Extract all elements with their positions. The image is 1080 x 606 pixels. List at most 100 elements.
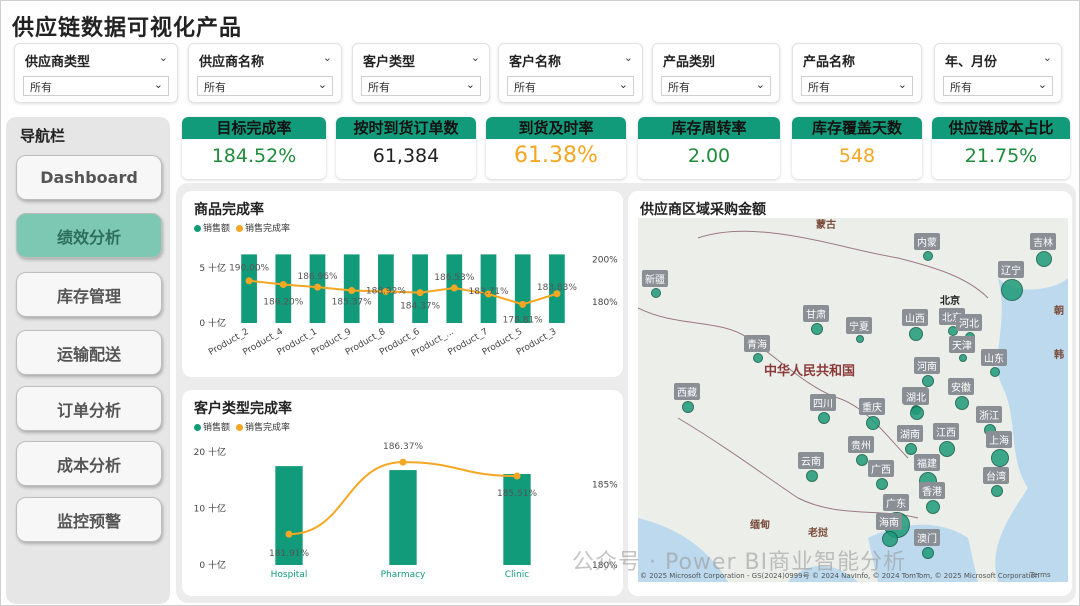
map-bubble[interactable] — [876, 478, 888, 490]
map-bubble[interactable] — [959, 354, 967, 362]
map-province-label: 山东 — [981, 349, 1007, 366]
nav-item-inventory[interactable]: 库存管理 — [16, 272, 162, 317]
chevron-down-icon[interactable]: ⌄ — [1038, 78, 1047, 91]
chevron-down-icon[interactable]: ⌄ — [619, 78, 628, 91]
map-province-label: 青海 — [744, 335, 770, 352]
filter-select[interactable]: 所有 ⌄ — [661, 76, 771, 96]
nav-item-orders[interactable]: 订单分析 — [16, 386, 162, 431]
map-province-label: 新疆 — [642, 270, 668, 287]
x-tick-label: Pharmacy — [381, 570, 426, 580]
map-bubble[interactable] — [922, 547, 934, 559]
rate-data-label: 188.92% — [366, 286, 406, 296]
rate-point — [314, 283, 321, 291]
map-bubble[interactable] — [990, 367, 1000, 377]
map-bubble[interactable] — [909, 327, 923, 341]
map-bubble[interactable] — [818, 412, 830, 424]
filter-select[interactable]: 所有 ⌄ — [23, 76, 169, 96]
map-bubble[interactable] — [923, 251, 933, 261]
kpi-label: 库存覆盖天数 — [792, 117, 922, 139]
filter-select[interactable]: 所有 ⌄ — [197, 76, 333, 96]
nav-item-cost[interactable]: 成本分析 — [16, 441, 162, 486]
rate-point — [245, 277, 253, 285]
y-tick-label: 10 十亿 — [194, 503, 226, 515]
map-terms-link[interactable]: Terms — [1030, 571, 1051, 579]
map-bubble[interactable] — [922, 375, 934, 387]
map-bubble[interactable] — [926, 500, 940, 514]
nav-item-dashboard[interactable]: Dashboard — [16, 155, 162, 200]
map-bubble[interactable] — [811, 323, 823, 335]
map-province-label: 甘肃 — [803, 305, 829, 322]
filter-select[interactable]: 所有 ⌄ — [801, 76, 913, 96]
filter-value: 所有 — [368, 81, 390, 94]
kpi-on-time-orders: 按时到货订单数 61,384 — [336, 117, 476, 179]
map-bubble[interactable] — [651, 288, 661, 298]
chevron-down-icon[interactable]: ⌄ — [154, 78, 163, 91]
rate-point — [279, 281, 287, 289]
map-bubble[interactable] — [856, 454, 868, 466]
map-bubble[interactable] — [991, 485, 1003, 497]
map-bubble[interactable] — [866, 416, 880, 430]
map-province-label: 安徽 — [948, 378, 974, 395]
chevron-down-icon[interactable]: ⌄ — [898, 78, 907, 91]
map-bubble[interactable] — [991, 449, 1009, 467]
product-completion-card: 商品完成率 销售额 销售完成率 5 十亿 0 十亿 200% 180% Product_… — [182, 191, 623, 377]
map-bubble[interactable] — [910, 406, 924, 420]
map-place-label: 老挝 — [808, 528, 828, 539]
kpi-value: 548 — [838, 145, 876, 167]
chevron-down-icon[interactable]: ⌄ — [1043, 51, 1052, 64]
kpi-value: 61.38% — [514, 143, 598, 168]
filter-product-name[interactable]: 产品名称 所有 ⌄ — [792, 43, 922, 103]
filter-label: 年、月份 — [945, 55, 998, 70]
filter-value: 所有 — [668, 81, 690, 94]
rate-data-label: 186.96% — [297, 272, 337, 282]
map-province-label: 重庆 — [859, 398, 885, 415]
filter-select[interactable]: 所有 ⌄ — [943, 76, 1053, 96]
map-place-label: 蒙古 — [816, 220, 836, 231]
map-province-label: 湖北 — [903, 388, 929, 405]
watermark: 公众号 · Power BI商业智能分析 — [572, 550, 907, 575]
chevron-down-icon[interactable]: ⌄ — [756, 78, 765, 91]
bar — [412, 254, 428, 323]
rate-data-label: 186.20% — [263, 298, 303, 308]
chevron-down-icon[interactable]: ⌄ — [318, 78, 327, 91]
map-bubble[interactable] — [856, 335, 864, 343]
filter-select[interactable]: 所有 ⌄ — [361, 76, 481, 96]
map-province-label: 广东 — [883, 494, 909, 511]
filter-supplier-type[interactable]: 供应商类型 ⌄ 所有 ⌄ — [14, 43, 178, 103]
filter-year-month[interactable]: 年、月份 ⌄ 所有 ⌄ — [934, 43, 1062, 103]
rate-data-label: 181.91% — [269, 549, 309, 559]
chevron-down-icon[interactable]: ⌄ — [466, 78, 475, 91]
chevron-down-icon[interactable]: ⌄ — [159, 51, 168, 64]
filter-value: 所有 — [204, 81, 226, 94]
kpi-value: 61,384 — [372, 145, 440, 167]
filter-customer-type[interactable]: 客户类型 ⌄ 所有 ⌄ — [352, 43, 490, 103]
map-province-label: 天津 — [949, 336, 975, 353]
supplier-region-map[interactable]: 内蒙吉林新疆辽宁北京甘肃宁夏山西河北天津青海山东河南西藏陕西湖北安徽四川重庆浙江… — [638, 218, 1068, 582]
map-bubble[interactable] — [939, 441, 955, 457]
kpi-inventory-days: 库存覆盖天数 548 — [792, 117, 922, 179]
filter-value: 所有 — [514, 81, 536, 94]
filter-select[interactable]: 所有 ⌄ — [507, 76, 634, 96]
nav-item-performance[interactable]: 绩效分析 — [16, 213, 162, 258]
rate-data-label: 178.81% — [503, 315, 543, 325]
map-bubble[interactable] — [1001, 279, 1023, 301]
filter-label: 产品类别 — [663, 55, 716, 70]
map-bubble[interactable] — [753, 353, 763, 363]
product-completion-chart[interactable]: 5 十亿0 十亿200%180%Product_2Product_4Produc… — [182, 191, 623, 377]
nav-item-shipping[interactable]: 运输配送 — [16, 330, 162, 375]
chevron-down-icon[interactable]: ⌄ — [323, 51, 332, 64]
map-bubble[interactable] — [806, 470, 818, 482]
chevron-down-icon[interactable]: ⌄ — [471, 51, 480, 64]
map-bubble[interactable] — [1036, 251, 1052, 267]
customer-type-chart[interactable]: 20 十亿10 十亿0 十亿185%180%Hospital Pharmacy Cl… — [182, 390, 623, 596]
map-province-label: 贵州 — [848, 436, 874, 453]
filter-customer-name[interactable]: 客户名称 ⌄ 所有 ⌄ — [498, 43, 643, 103]
map-bubble[interactable] — [682, 401, 694, 413]
chevron-down-icon[interactable]: ⌄ — [624, 51, 633, 64]
filter-product-category[interactable]: 产品类别 所有 ⌄ — [652, 43, 780, 103]
filter-supplier-name[interactable]: 供应商名称 ⌄ 所有 ⌄ — [188, 43, 342, 103]
map-bubble[interactable] — [955, 396, 969, 410]
sidebar-nav: 导航栏 Dashboard 绩效分析 库存管理 运输配送 订单分析 成本分析 监… — [6, 117, 170, 604]
rate-data-label: 183.71% — [468, 287, 508, 297]
nav-item-monitoring[interactable]: 监控预警 — [16, 497, 162, 542]
